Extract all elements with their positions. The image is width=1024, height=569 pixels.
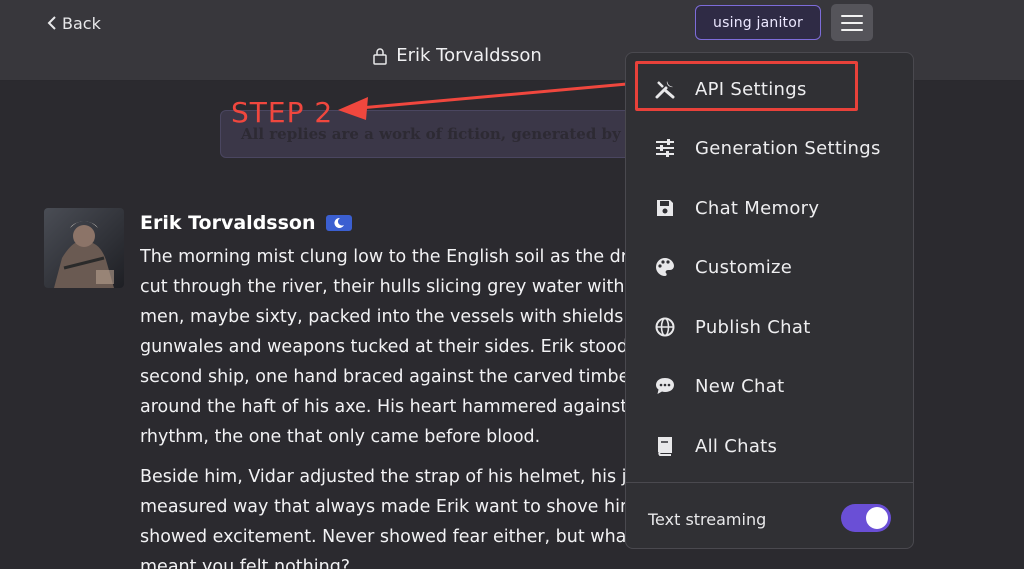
message-line: meant you felt nothing? — [140, 557, 351, 569]
chevron-left-icon — [47, 16, 56, 30]
message-author: Erik Torvaldsson — [140, 212, 352, 234]
floppy-disk-icon — [654, 197, 676, 219]
menu-item-new-chat[interactable]: New Chat — [626, 361, 913, 411]
message-line: second ship, one hand braced against the… — [140, 367, 630, 387]
hamburger-line — [841, 28, 863, 31]
message-line: men, maybe sixty, packed into the vessel… — [140, 307, 639, 327]
menu-item-chat-memory[interactable]: Chat Memory — [626, 183, 913, 233]
message-line: gunwales and weapons tucked at their sid… — [140, 337, 628, 357]
using-janitor-badge[interactable]: using janitor — [695, 5, 821, 40]
lock-icon — [373, 47, 387, 65]
menu-divider — [626, 482, 913, 483]
menu-item-label: All Chats — [695, 435, 778, 457]
sliders-icon — [654, 137, 676, 159]
options-menu: API Settings Generation Settings Chat Me… — [625, 52, 914, 549]
menu-item-label: Publish Chat — [695, 316, 811, 338]
menu-item-customize[interactable]: Customize — [626, 242, 913, 292]
message-line: measured way that always made Erik want … — [140, 497, 638, 517]
author-name: Erik Torvaldsson — [140, 212, 316, 234]
avatar[interactable] — [44, 208, 124, 288]
menu-item-generation-settings[interactable]: Generation Settings — [626, 123, 913, 173]
chat-bubble-icon — [654, 375, 676, 397]
tools-icon — [654, 78, 676, 100]
message-line: The morning mist clung low to the Englis… — [140, 247, 628, 267]
back-button[interactable]: Back — [46, 11, 101, 35]
menu-item-label: Customize — [695, 256, 793, 278]
message-paragraph: Beside him, Vidar adjusted the strap of … — [140, 462, 640, 569]
message-line: cut through the river, their hulls slici… — [140, 277, 625, 297]
title-text: Erik Torvaldsson — [396, 45, 542, 66]
hamburger-line — [841, 14, 863, 17]
menu-item-all-chats[interactable]: All Chats — [626, 421, 913, 471]
text-streaming-label: Text streaming — [648, 510, 767, 529]
message-line: Beside him, Vidar adjusted the strap of … — [140, 467, 638, 487]
back-label: Back — [62, 13, 101, 33]
step-label: STEP 2 — [231, 96, 334, 129]
menu-item-label: New Chat — [695, 375, 785, 397]
toggle-knob — [866, 507, 888, 529]
menu-item-api-settings[interactable]: API Settings — [626, 64, 913, 114]
menu-item-label: API Settings — [695, 78, 807, 100]
globe-icon — [654, 316, 676, 338]
menu-item-label: Chat Memory — [695, 197, 820, 219]
menu-item-publish-chat[interactable]: Publish Chat — [626, 302, 913, 352]
moon-icon — [333, 217, 344, 228]
hamburger-line — [841, 21, 863, 24]
bot-badge — [325, 215, 352, 231]
menu-toggle-button[interactable] — [831, 4, 873, 41]
book-icon — [654, 435, 676, 457]
message-line: rhythm, the one that only came before bl… — [140, 427, 541, 447]
menu-item-label: Generation Settings — [695, 137, 881, 159]
text-streaming-toggle[interactable] — [841, 504, 891, 532]
message-paragraph: The morning mist clung low to the Englis… — [140, 242, 640, 452]
message-line: around the haft of his axe. His heart ha… — [140, 397, 628, 417]
character-portrait-icon — [44, 208, 124, 288]
message-body: The morning mist clung low to the Englis… — [140, 242, 640, 569]
palette-icon — [654, 256, 676, 278]
message-line: showed excitement. Never showed fear eit… — [140, 527, 634, 547]
text-streaming-row: Text streaming — [626, 499, 913, 539]
